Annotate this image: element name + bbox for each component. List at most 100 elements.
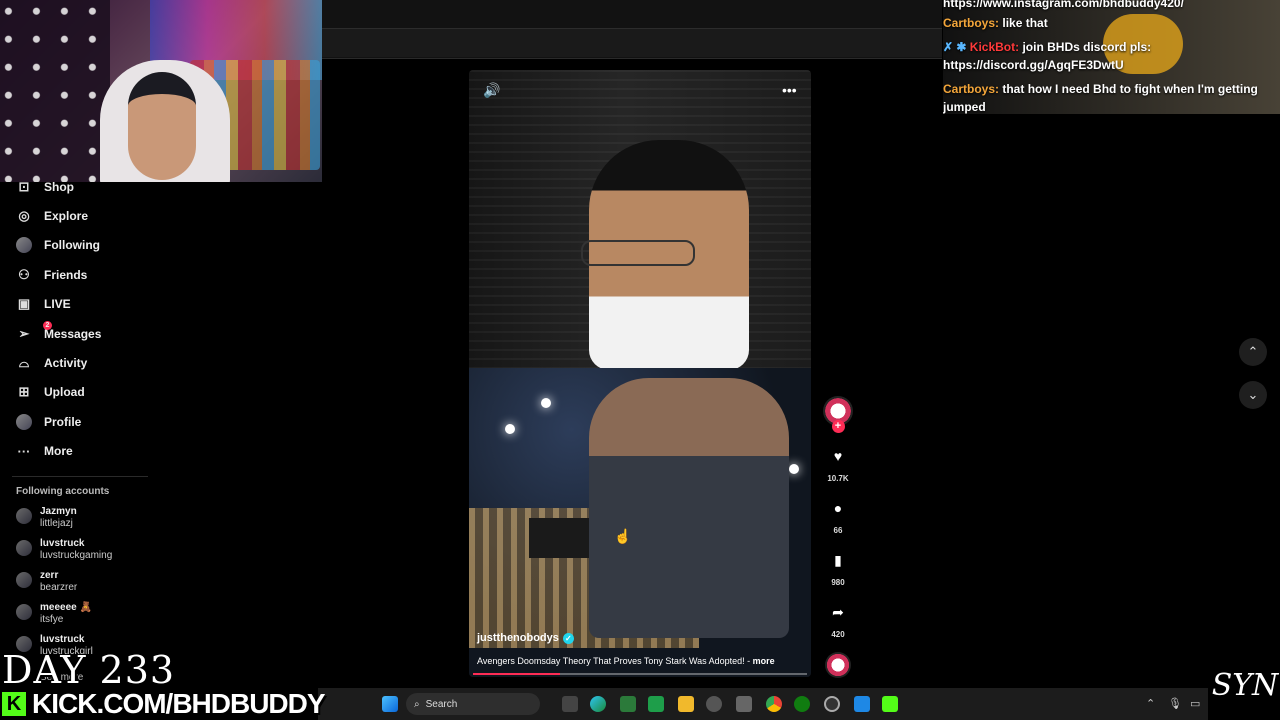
compass-icon: ◎ xyxy=(18,208,30,223)
sidebar-item-live[interactable]: ▣ LIVE xyxy=(16,294,71,314)
save-count: 980 xyxy=(831,578,845,587)
chat-username: Cartboys: xyxy=(943,82,1000,96)
taskbar-search[interactable]: ⌕ Search xyxy=(406,693,540,715)
creator-avatar-button[interactable]: + xyxy=(818,396,858,433)
video-username[interactable]: justthenobodys ✓ xyxy=(477,632,574,644)
sidebar-item-shop[interactable]: ⊡ Shop xyxy=(16,177,74,197)
following-account[interactable]: luvstruck luvstruckgaming xyxy=(16,538,112,562)
chat-message: Cartboys: that how I need Bhd to fight w… xyxy=(943,80,1273,114)
sidebar-item-label: Messages xyxy=(44,327,102,341)
following-account[interactable]: meeeee 🧸 itsfye xyxy=(16,602,92,626)
live-icon: ▣ xyxy=(17,296,31,311)
comment-button[interactable]: ● 66 xyxy=(818,494,858,535)
store-icon[interactable] xyxy=(736,696,752,712)
music-disc-icon xyxy=(825,652,851,678)
sidebar-item-more[interactable]: ··· More xyxy=(16,441,73,461)
video-player[interactable]: 🔊 ••• justthenobodys ✓ Avengers Doomsday… xyxy=(469,70,811,677)
avatar xyxy=(16,572,32,588)
sidebar-item-activity[interactable]: ⌓ Activity xyxy=(16,353,88,373)
stage-light xyxy=(505,424,515,434)
account-name: luvstruck xyxy=(40,634,85,645)
like-button[interactable]: ♥ 10.7K xyxy=(818,442,858,483)
sidebar-item-friends[interactable]: ⚇ Friends xyxy=(16,265,87,285)
video-progress-bar[interactable] xyxy=(473,673,807,675)
sidebar-item-messages[interactable]: ➢ 2 Messages xyxy=(16,321,102,344)
stage-light xyxy=(541,398,551,408)
chat-badge-icons: ✗ ✱ xyxy=(943,40,970,54)
save-button[interactable]: ▮ 980 xyxy=(818,546,858,588)
search-icon: ⌕ xyxy=(414,698,420,710)
stream-chat-overlay: https://www.instagram.com/bhdbuddy420/ C… xyxy=(943,0,1280,114)
avatar xyxy=(16,508,32,524)
browser-tab-strip xyxy=(322,28,942,57)
video-caption: Avengers Doomsday Theory That Proves Ton… xyxy=(477,656,775,666)
kick-url-text: KICK.COM/BHDBUDDY xyxy=(32,688,326,719)
share-button[interactable]: ➦ 420 xyxy=(818,598,858,640)
chat-message: Cartboys: like that xyxy=(943,14,1273,32)
music-disc-button[interactable] xyxy=(818,652,858,678)
settings-icon[interactable] xyxy=(706,696,722,712)
video-actor xyxy=(589,378,789,638)
app-icon[interactable] xyxy=(620,696,636,712)
account-handle: littlejazj xyxy=(40,518,73,529)
upload-icon: ⊞ xyxy=(18,384,30,399)
chat-message-text: like that xyxy=(1002,16,1048,30)
account-handle: itsfye xyxy=(40,614,64,625)
account-name: zerr xyxy=(40,570,59,581)
more-icon: ··· xyxy=(17,443,31,459)
streamer-head xyxy=(128,72,196,180)
excel-icon[interactable] xyxy=(648,696,664,712)
chevron-up-icon[interactable]: ⌃ xyxy=(1146,697,1155,710)
browser-top-bar xyxy=(322,0,942,59)
more-options-icon[interactable]: ••• xyxy=(782,82,797,98)
microphone-icon[interactable]: 🎙 xyxy=(1168,697,1182,710)
follow-plus-icon[interactable]: + xyxy=(831,420,845,433)
sidebar-item-label: Shop xyxy=(44,180,74,194)
comment-icon: ● xyxy=(833,500,843,516)
sidebar-item-explore[interactable]: ◎ Explore xyxy=(16,206,88,226)
sidebar-item-profile[interactable]: Profile xyxy=(16,412,81,432)
heart-icon: ♥ xyxy=(833,448,843,464)
sidebar-item-label: Friends xyxy=(44,268,88,282)
chrome-icon[interactable] xyxy=(766,696,782,712)
edge-icon[interactable] xyxy=(590,696,606,712)
sidebar-item-label: Profile xyxy=(44,415,82,429)
app-icon[interactable] xyxy=(854,696,870,712)
video-caption-text: Avengers Doomsday Theory That Proves Ton… xyxy=(477,656,745,666)
avatar xyxy=(16,604,32,620)
kick-url-banner: K KICK.COM/BHDBUDDY xyxy=(2,688,326,720)
caption-more-link[interactable]: more xyxy=(753,656,775,666)
following-account[interactable]: Jazmyn littlejazj xyxy=(16,506,77,530)
share-icon: ➦ xyxy=(832,603,844,620)
following-account[interactable]: zerr bearzrer xyxy=(16,570,77,594)
account-name: luvstruck xyxy=(40,538,85,549)
folder-icon[interactable] xyxy=(678,696,694,712)
chat-username: KickBot: xyxy=(969,40,1020,54)
volume-icon[interactable]: 🔊 xyxy=(483,82,500,99)
taskbar-search-label: Search xyxy=(425,698,458,710)
display-icon[interactable]: ▭ xyxy=(1190,697,1200,710)
kick-icon[interactable] xyxy=(882,696,898,712)
xbox-icon[interactable] xyxy=(794,696,810,712)
kick-logo-icon: K xyxy=(2,692,26,716)
comment-count: 66 xyxy=(833,526,843,535)
webcam-overlay xyxy=(0,0,322,182)
sidebar-item-following[interactable]: Following xyxy=(16,235,100,255)
account-name: Jazmyn xyxy=(40,506,77,517)
chevron-up-icon[interactable]: ⌃ xyxy=(1239,338,1267,366)
bookmark-icon: ▮ xyxy=(834,551,842,568)
sidebar-item-upload[interactable]: ⊞ Upload xyxy=(16,382,85,402)
video-bottom-frame xyxy=(469,368,811,677)
obs-icon[interactable] xyxy=(824,696,840,712)
avatar xyxy=(16,540,32,556)
chevron-down-icon[interactable]: ⌄ xyxy=(1239,381,1267,409)
windows-taskbar: ⌕ Search ⌃ 🎙 ▭ xyxy=(318,688,1208,720)
like-count: 10.7K xyxy=(827,474,849,483)
sidebar-item-label: Following xyxy=(44,238,100,252)
sidebar-item-label: Explore xyxy=(44,209,89,223)
task-view-icon[interactable] xyxy=(562,696,578,712)
sidebar-item-label: LIVE xyxy=(44,297,71,311)
video-speaker-glasses xyxy=(581,240,695,266)
windows-start-icon[interactable] xyxy=(382,696,398,712)
stage-light xyxy=(789,464,799,474)
